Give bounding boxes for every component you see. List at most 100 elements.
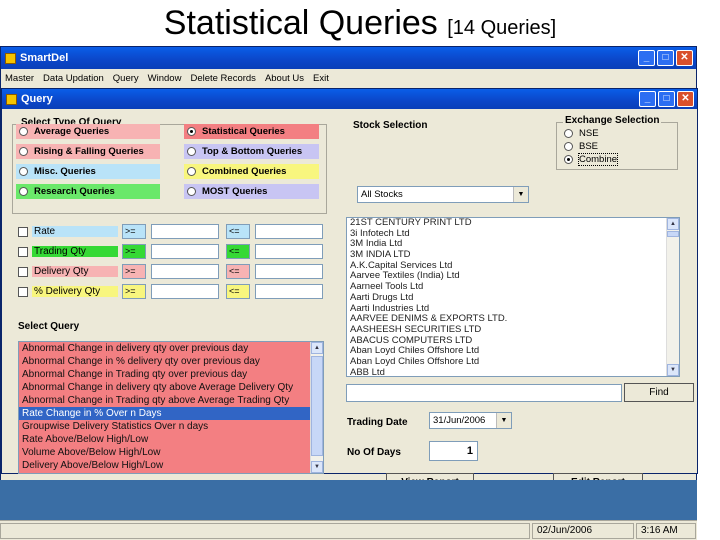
scroll-down-icon[interactable]: ▼ <box>311 461 323 473</box>
query-list-thumb[interactable] <box>311 356 323 456</box>
radio-icon[interactable] <box>19 187 28 196</box>
radio-icon[interactable] <box>19 127 28 136</box>
query-list-item[interactable]: Abnormal Change in delivery qty above Av… <box>19 381 311 394</box>
filter-op-max[interactable]: <= <box>226 284 250 299</box>
stock-list-item[interactable]: ABB Ltd <box>347 368 665 376</box>
query-type-option[interactable]: Average Queries <box>16 124 160 139</box>
filter-min-input[interactable] <box>151 264 219 279</box>
radio-icon[interactable] <box>19 147 28 156</box>
find-button[interactable]: Find <box>624 383 694 402</box>
query-list-item[interactable]: Groupwise Delivery Statistics Over n day… <box>19 420 311 433</box>
query-type-option[interactable]: Top & Bottom Queries <box>184 144 319 159</box>
filter-op-max[interactable]: <= <box>226 264 250 279</box>
radio-icon[interactable] <box>187 187 196 196</box>
stock-list-item[interactable]: AASHEESH SECURITIES LTD <box>347 325 665 336</box>
radio-icon[interactable] <box>187 167 196 176</box>
stock-list[interactable]: 21ST CENTURY PRINT LTD 3i Infotech Ltd 3M … <box>346 217 680 377</box>
query-type-option[interactable]: Statistical Queries <box>184 124 319 139</box>
radio-icon[interactable] <box>187 147 196 156</box>
query-list-item[interactable]: Volume Above/Below High/Low <box>19 446 311 459</box>
filter-op-max[interactable]: <= <box>226 244 250 259</box>
filter-max-input[interactable] <box>255 284 323 299</box>
query-type-option[interactable]: Rising & Falling Queries <box>16 144 160 159</box>
radio-icon[interactable] <box>564 129 573 138</box>
radio-icon[interactable] <box>19 167 28 176</box>
radio-icon[interactable] <box>564 142 573 151</box>
query-close-icon[interactable]: ✕ <box>677 91 694 107</box>
find-input[interactable] <box>346 384 622 402</box>
filter-op-min[interactable]: >= <box>122 284 146 299</box>
menu-exit[interactable]: Exit <box>313 73 329 84</box>
query-type-option[interactable]: Research Queries <box>16 184 160 199</box>
filter-op-max[interactable]: <= <box>226 224 250 239</box>
radio-icon[interactable] <box>187 127 196 136</box>
query-list-item[interactable]: Rate Change in % Over n Days <box>19 407 311 420</box>
filter-checkbox-row[interactable]: Delivery Qty <box>18 264 118 279</box>
query-list-item[interactable]: Abnormal Change in delivery qty over pre… <box>19 342 311 355</box>
chevron-down-icon[interactable]: ▼ <box>513 187 528 202</box>
filter-min-input[interactable] <box>151 284 219 299</box>
stock-list-item[interactable]: ABACUS COMPUTERS LTD <box>347 336 665 347</box>
query-list-item[interactable]: Rate Above/Below High/Low <box>19 433 311 446</box>
filter-checkbox-row[interactable]: Trading Qty <box>18 244 118 259</box>
stock-list-item[interactable]: 3M INDIA LTD <box>347 250 665 261</box>
stock-list-item[interactable]: Aarti Industries Ltd <box>347 304 665 315</box>
query-list[interactable]: Abnormal Change in delivery qty over pre… <box>18 341 324 474</box>
close-icon[interactable]: ✕ <box>676 50 693 66</box>
stock-list-item[interactable]: Aarvee Textiles (India) Ltd <box>347 271 665 282</box>
filter-label: Delivery Qty <box>32 266 118 277</box>
filter-max-input[interactable] <box>255 244 323 259</box>
stock-list-item[interactable]: Aban Loyd Chiles Offshore Ltd <box>347 357 665 368</box>
stock-scroll-up-icon[interactable]: ▲ <box>667 218 679 230</box>
checkbox-icon[interactable] <box>18 266 28 277</box>
scroll-up-icon[interactable]: ▲ <box>311 342 323 354</box>
stock-list-item[interactable]: 3M India Ltd <box>347 239 665 250</box>
no-of-days-input[interactable]: 1 <box>429 441 478 461</box>
filter-op-min[interactable]: >= <box>122 244 146 259</box>
stock-combo[interactable]: All Stocks ▼ <box>357 186 529 203</box>
query-list-scrollbar[interactable]: ▲ ▼ <box>310 342 323 473</box>
checkbox-icon[interactable] <box>18 286 28 297</box>
stock-scroll-down-icon[interactable]: ▼ <box>667 364 679 376</box>
maximize-icon[interactable]: □ <box>657 50 674 66</box>
exchange-option[interactable]: Combine <box>561 152 619 167</box>
stock-list-item[interactable]: Aarti Drugs Ltd <box>347 293 665 304</box>
menu-delete-records[interactable]: Delete Records <box>190 73 255 84</box>
menu-about-us[interactable]: About Us <box>265 73 304 84</box>
query-list-item[interactable]: Abnormal Change in Trading qty above Ave… <box>19 394 311 407</box>
minimize-icon[interactable]: _ <box>638 50 655 66</box>
menu-data-updation[interactable]: Data Updation <box>43 73 104 84</box>
filter-checkbox-row[interactable]: Rate <box>18 224 118 239</box>
stock-list-item[interactable]: 3i Infotech Ltd <box>347 229 665 240</box>
query-type-option[interactable]: Combined Queries <box>184 164 319 179</box>
stock-list-item[interactable]: 21ST CENTURY PRINT LTD <box>347 218 665 229</box>
stock-list-item[interactable]: A.K.Capital Services Ltd <box>347 261 665 272</box>
checkbox-icon[interactable] <box>18 226 28 237</box>
date-chevron-down-icon[interactable]: ▼ <box>496 413 511 428</box>
checkbox-icon[interactable] <box>18 246 28 257</box>
filter-max-input[interactable] <box>255 264 323 279</box>
filter-min-input[interactable] <box>151 244 219 259</box>
filter-max-input[interactable] <box>255 224 323 239</box>
query-list-item[interactable]: Abnormal Change in % delivery qty over p… <box>19 355 311 368</box>
trading-date-combo[interactable]: 31/Jun/2006 ▼ <box>429 412 512 429</box>
menu-window[interactable]: Window <box>148 73 182 84</box>
query-maximize-icon[interactable]: □ <box>658 91 675 107</box>
stock-list-item[interactable]: AARVEE DENIMS & EXPORTS LTD. <box>347 314 665 325</box>
stock-list-item[interactable]: Aarneel Tools Ltd <box>347 282 665 293</box>
stock-list-scrollbar[interactable]: ▲ ▼ <box>666 218 679 376</box>
filter-checkbox-row[interactable]: % Delivery Qty <box>18 284 118 299</box>
filter-op-min[interactable]: >= <box>122 264 146 279</box>
query-list-item[interactable]: Abnormal Change in Trading qty over prev… <box>19 368 311 381</box>
menu-master[interactable]: Master <box>5 73 34 84</box>
radio-icon[interactable] <box>564 155 573 164</box>
stock-list-item[interactable]: Aban Loyd Chiles Offshore Ltd <box>347 346 665 357</box>
query-type-option[interactable]: Misc. Queries <box>16 164 160 179</box>
query-list-item[interactable]: Delivery Above/Below High/Low <box>19 459 311 472</box>
filter-min-input[interactable] <box>151 224 219 239</box>
query-type-option[interactable]: MOST Queries <box>184 184 319 199</box>
query-minimize-icon[interactable]: _ <box>639 91 656 107</box>
stock-list-thumb[interactable] <box>667 231 679 237</box>
filter-op-min[interactable]: >= <box>122 224 146 239</box>
menu-query[interactable]: Query <box>113 73 139 84</box>
